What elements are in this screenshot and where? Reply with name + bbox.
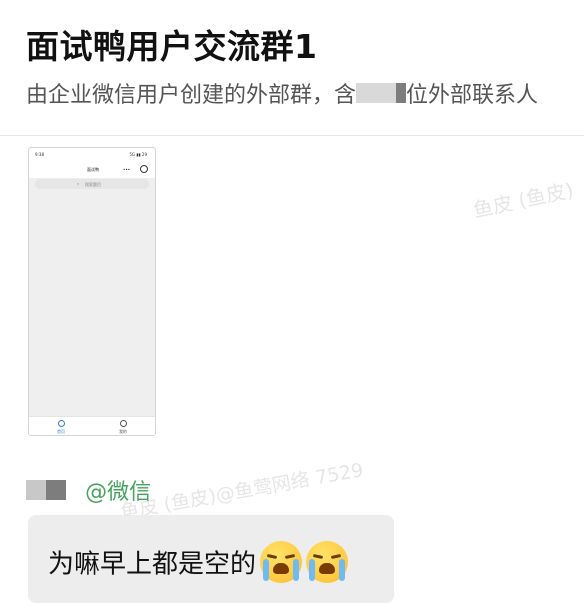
redacted-sender-name-edge — [46, 480, 66, 500]
shared-screenshot-image[interactable]: 9:38 5G ▮▮ 29 面试鸭 ••• ⌕ 搜索题目 首页 我的 — [28, 147, 156, 436]
thumb-search-bar: ⌕ 搜索题目 — [35, 179, 149, 189]
message-text-row: 为嘛早上都是空的 — [48, 541, 349, 583]
group-subtitle[interactable]: 由企业微信用户创建的外部群，含 位外部联系人 — [26, 77, 584, 107]
message-bubble[interactable]: 为嘛早上都是空的 — [28, 515, 394, 603]
thumb-target-icon — [140, 165, 148, 173]
header-divider — [0, 135, 584, 136]
group-subtitle-prefix: 由企业微信用户创建的外部群，含 — [26, 83, 357, 107]
message-text: 为嘛早上都是空的 — [48, 549, 257, 580]
loudly-crying-face-icon — [260, 541, 303, 583]
thumb-more-icon: ••• — [123, 167, 131, 172]
thumb-search-placeholder: 搜索题目 — [85, 182, 101, 187]
home-icon — [57, 420, 65, 427]
redacted-count-edge — [396, 83, 407, 103]
search-icon: ⌕ — [77, 181, 80, 186]
thumb-tab-mine-label: 我的 — [119, 429, 127, 434]
thumb-tab-home: 首页 — [41, 420, 81, 435]
chat-header: 面试鸭用户交流群1 由企业微信用户创建的外部群，含 位外部联系人 — [0, 0, 584, 136]
sender-org-tag: @微信 — [85, 480, 152, 505]
thumb-nav-title: 面试鸭 — [87, 167, 99, 172]
thumb-tab-bar: 首页 我的 — [29, 416, 155, 435]
thumb-status-bar: 9:38 5G ▮▮ 29 — [29, 148, 155, 162]
user-icon — [119, 420, 127, 427]
message-sender[interactable]: @微信 — [26, 474, 152, 505]
thumb-tab-home-label: 首页 — [57, 429, 65, 434]
group-subtitle-suffix: 位外部联系人 — [406, 83, 539, 107]
redacted-count — [356, 83, 397, 103]
thumb-nav-bar: 面试鸭 ••• — [29, 162, 155, 178]
group-title[interactable]: 面试鸭用户交流群1 — [26, 20, 317, 68]
thumb-status-icons: 5G ▮▮ 29 — [129, 152, 147, 157]
thumb-tab-mine: 我的 — [103, 420, 143, 435]
loudly-crying-face-icon — [306, 541, 349, 583]
redacted-sender-name — [26, 480, 46, 500]
thumb-status-time: 9:38 — [35, 152, 44, 157]
watermark: 鱼皮 (鱼皮) — [470, 177, 576, 223]
